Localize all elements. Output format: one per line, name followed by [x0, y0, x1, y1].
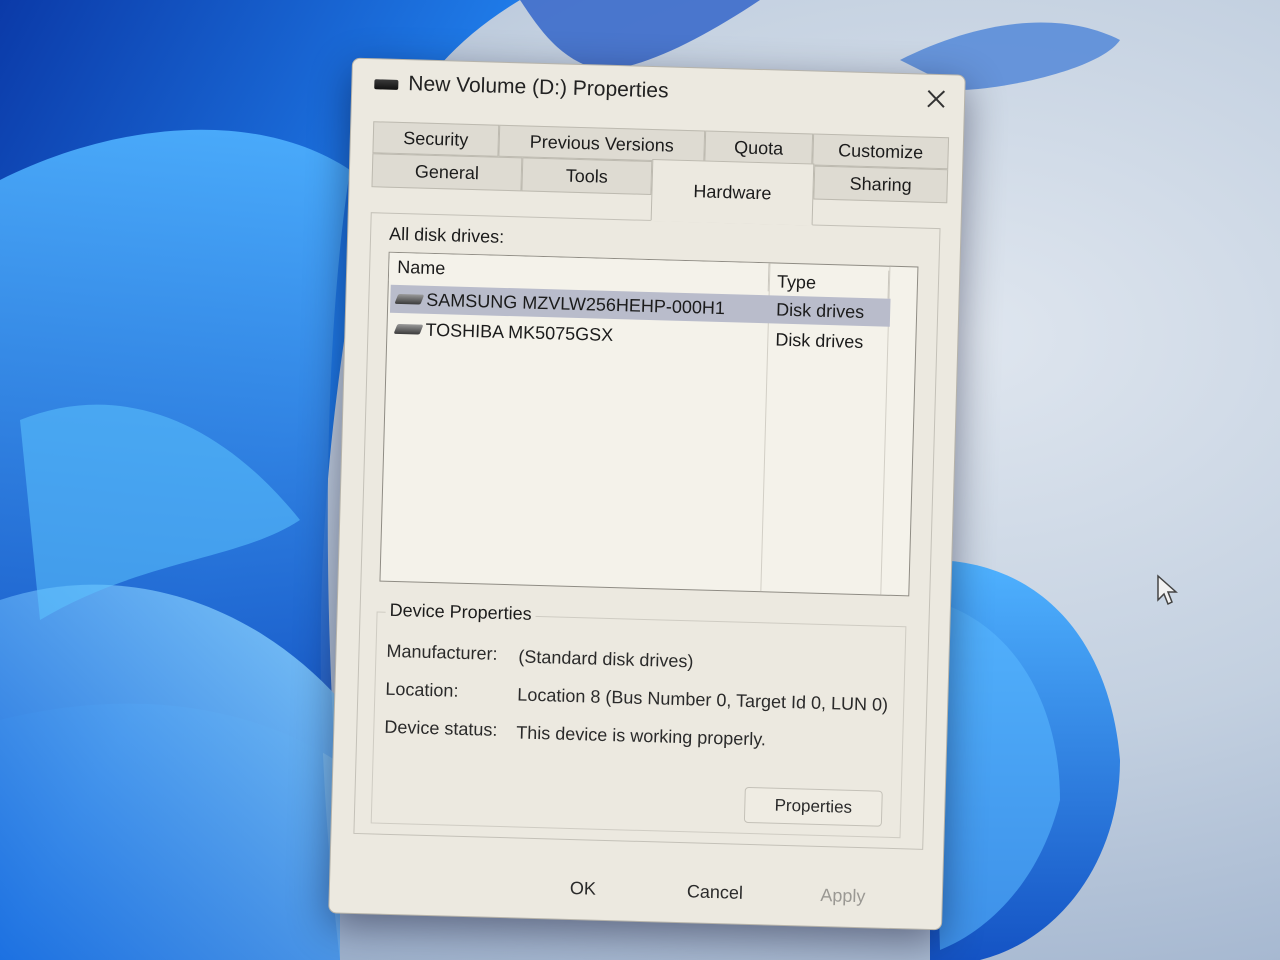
drive-name: SAMSUNG MZVLW256HEHP-000H1 [426, 289, 726, 318]
close-button[interactable] [918, 82, 955, 115]
mouse-pointer-icon [1157, 574, 1178, 606]
drive-type: Disk drives [775, 299, 865, 322]
manufacturer-value: (Standard disk drives) [518, 646, 694, 672]
location-value: Location 8 (Bus Number 0, Target Id 0, L… [517, 684, 889, 715]
cancel-button[interactable]: Cancel [659, 874, 770, 911]
device-status-value: This device is working properly. [516, 722, 767, 750]
window-title: New Volume (D:) Properties [408, 72, 669, 103]
tab-security[interactable]: Security [372, 121, 500, 157]
desktop: New Volume (D:) Properties Security Prev… [0, 0, 1280, 960]
hard-disk-icon [394, 293, 425, 305]
location-label: Location: [385, 678, 459, 701]
properties-button[interactable]: Properties [743, 786, 883, 827]
manufacturer-label: Manufacturer: [386, 640, 498, 664]
tab-general[interactable]: General [371, 153, 523, 192]
all-disk-drives-label: All disk drives: [388, 223, 505, 247]
tab-tools[interactable]: Tools [521, 157, 653, 196]
drive-name: TOSHIBA MK5075GSX [425, 319, 614, 345]
device-properties-group: Device Properties Manufacturer: (Standar… [370, 599, 907, 839]
tab-hardware[interactable]: Hardware [650, 159, 815, 226]
hard-disk-icon [393, 323, 424, 335]
column-header-type[interactable]: Type [768, 267, 890, 299]
tab-strip: Security Previous Versions Quota Customi… [369, 121, 951, 229]
apply-button[interactable]: Apply [787, 877, 898, 914]
drive-type: Disk drives [775, 329, 864, 352]
properties-dialog: New Volume (D:) Properties Security Prev… [328, 57, 966, 931]
drive-icon [374, 79, 399, 90]
device-properties-title: Device Properties [385, 599, 536, 625]
tab-sharing[interactable]: Sharing [813, 165, 949, 204]
close-icon [927, 90, 946, 108]
tab-customize[interactable]: Customize [812, 133, 950, 170]
disk-drive-list[interactable]: Name Type SAMSUNG MZVLW256HEHP-000H1 Dis… [379, 251, 919, 597]
ok-button[interactable]: OK [528, 870, 639, 907]
device-status-label: Device status: [384, 716, 498, 740]
hardware-panel: All disk drives: Name Type SAMSUNG MZVLW… [353, 212, 941, 850]
